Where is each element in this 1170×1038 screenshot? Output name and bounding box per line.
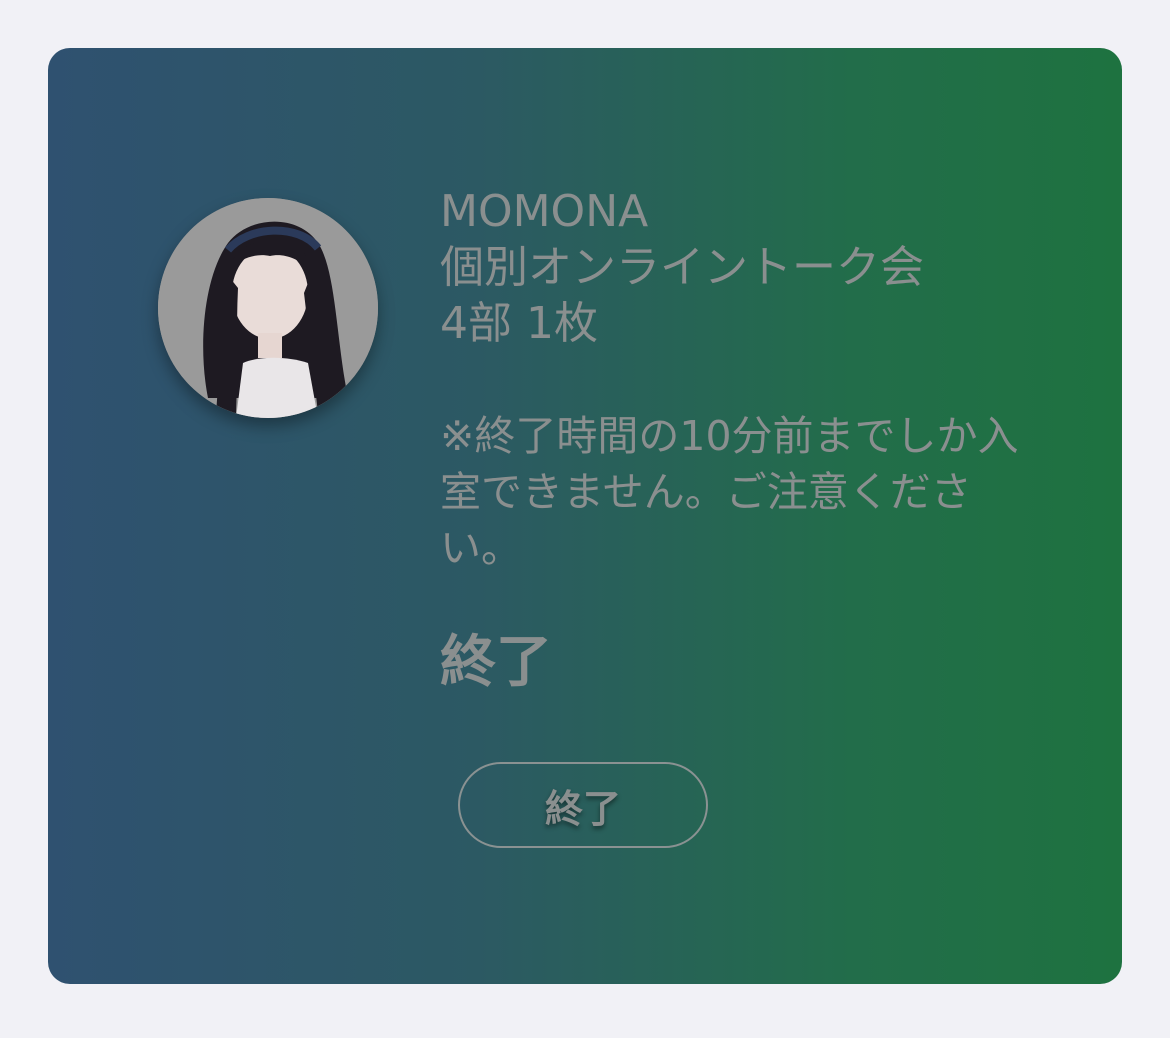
- event-title: 個別オンライントーク会: [440, 242, 924, 293]
- event-ticket-card: MOMONA 個別オンライントーク会 4部 1枚 ※終了時間の10分前までしか入…: [48, 48, 1122, 984]
- event-info: MOMONA 個別オンライントーク会 4部 1枚 ※終了時間の10分前までしか入…: [440, 184, 1040, 698]
- ended-button[interactable]: 終了: [458, 762, 708, 848]
- session-info: 4部 1枚: [440, 298, 598, 349]
- artist-avatar: [158, 198, 378, 418]
- event-status: 終了: [440, 630, 552, 695]
- avatar-photo-icon: [158, 198, 378, 418]
- artist-name: MOMONA: [440, 186, 649, 237]
- entry-notice: ※終了時間の10分前までしか入室できません。ご注意ください。: [440, 412, 1019, 572]
